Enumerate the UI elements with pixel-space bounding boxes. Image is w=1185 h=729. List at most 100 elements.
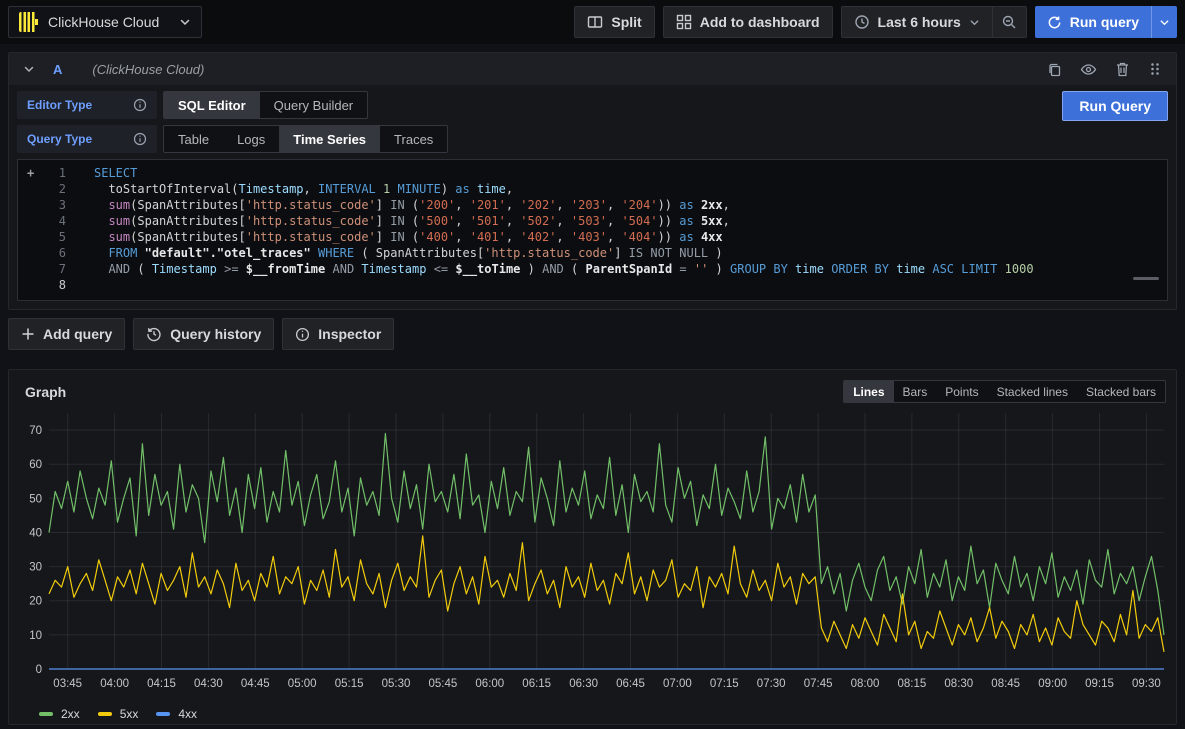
remove-query-trash-icon[interactable]: [1115, 61, 1130, 77]
sql-line: 5 sum(SpanAttributes['http.status_code']…: [18, 229, 1167, 245]
editor-type-field-label: Editor Type: [17, 91, 157, 119]
svg-text:07:15: 07:15: [710, 678, 739, 690]
svg-text:70: 70: [29, 425, 42, 437]
duplicate-query-icon[interactable]: [1047, 62, 1062, 77]
split-button[interactable]: Split: [574, 6, 654, 38]
clock-icon: [854, 14, 870, 30]
editor-type-option-sql-editor[interactable]: SQL Editor: [164, 92, 260, 118]
legend-color-pill: [156, 712, 170, 716]
svg-text:60: 60: [29, 459, 42, 471]
line-number: 2: [46, 181, 66, 197]
apps-grid-icon: [676, 14, 692, 30]
line-number: 1: [46, 165, 66, 181]
query-editor-panel: A (ClickHouse Cloud) Run Query Editor Ty…: [8, 52, 1177, 310]
run-query-label: Run query: [1070, 14, 1139, 30]
graph-mode-bars[interactable]: Bars: [894, 381, 937, 402]
chart-legend: 2xx 5xx 4xx: [15, 700, 1170, 724]
graph-panel-title: Graph: [25, 384, 66, 400]
gutter-plus: [18, 245, 46, 261]
line-number: 3: [46, 197, 66, 213]
collapse-query-chevron-icon[interactable]: [23, 63, 35, 75]
query-history-label: Query history: [170, 326, 261, 342]
legend-item-2xx[interactable]: 2xx: [39, 707, 80, 721]
svg-text:10: 10: [29, 630, 42, 642]
plus-icon: [21, 327, 35, 341]
history-icon: [146, 326, 162, 342]
svg-text:03:45: 03:45: [53, 678, 82, 690]
hide-response-eye-icon[interactable]: [1080, 61, 1097, 78]
legend-item-5xx[interactable]: 5xx: [98, 707, 139, 721]
sql-line: 4 sum(SpanAttributes['http.status_code']…: [18, 213, 1167, 229]
graph-mode-switch: Lines Bars Points Stacked lines Stacked …: [843, 380, 1166, 403]
gutter-plus: [18, 229, 46, 245]
legend-color-pill: [98, 712, 112, 716]
explore-actions-row: Add query Query history Inspector: [8, 318, 1177, 350]
editor-type-option-query-builder[interactable]: Query Builder: [260, 92, 367, 118]
svg-text:50: 50: [29, 493, 42, 505]
svg-text:05:30: 05:30: [382, 678, 411, 690]
add-to-dashboard-button[interactable]: Add to dashboard: [663, 6, 833, 38]
legend-item-4xx[interactable]: 4xx: [156, 707, 197, 721]
info-icon[interactable]: [133, 98, 147, 112]
graph-mode-points[interactable]: Points: [936, 381, 987, 402]
sql-line: 8: [18, 277, 1167, 293]
query-type-label: Query Type: [27, 132, 92, 146]
sql-line: 6 FROM "default"."otel_traces" WHERE ( S…: [18, 245, 1167, 261]
query-type-option-time-series[interactable]: Time Series: [279, 126, 380, 152]
info-icon[interactable]: [133, 132, 147, 146]
editor-scrollbar-thumb[interactable]: [1133, 277, 1159, 280]
query-type-option-logs[interactable]: Logs: [223, 126, 279, 152]
graph-mode-lines[interactable]: Lines: [844, 381, 893, 402]
svg-text:07:00: 07:00: [663, 678, 692, 690]
panel-run-query-button[interactable]: Run Query: [1062, 91, 1168, 121]
graph-mode-stacked-bars[interactable]: Stacked bars: [1077, 381, 1165, 402]
zoom-out-time-button[interactable]: [992, 7, 1026, 37]
sql-editor[interactable]: +1SELECT2 toStartOfInterval(Timestamp, I…: [17, 159, 1168, 301]
line-number: 4: [46, 213, 66, 229]
line-number: 7: [46, 261, 66, 277]
split-label: Split: [611, 14, 641, 30]
run-query-button[interactable]: Run query: [1035, 6, 1151, 38]
drag-handle-icon[interactable]: [1148, 62, 1162, 76]
query-type-option-traces[interactable]: Traces: [380, 126, 447, 152]
chevron-down-icon: [179, 16, 191, 28]
svg-text:06:45: 06:45: [616, 678, 645, 690]
sql-line: 3 sum(SpanAttributes['http.status_code']…: [18, 197, 1167, 213]
query-type-field-label: Query Type: [17, 125, 157, 153]
svg-text:07:30: 07:30: [757, 678, 786, 690]
datasource-picker[interactable]: ClickHouse Cloud: [8, 6, 202, 38]
timeseries-chart[interactable]: 01020304050607003:4504:0004:1504:3004:45…: [15, 405, 1170, 700]
time-range-label: Last 6 hours: [878, 14, 961, 30]
sql-line: +1SELECT: [18, 165, 1167, 181]
chevron-down-icon: [969, 17, 980, 28]
run-query-dropdown-caret[interactable]: [1151, 6, 1177, 38]
graph-mode-stacked-lines[interactable]: Stacked lines: [988, 381, 1077, 402]
time-range-button[interactable]: Last 6 hours: [842, 7, 992, 37]
split-icon: [587, 14, 603, 30]
gutter-plus: [18, 181, 46, 197]
gutter-plus: +: [18, 165, 46, 181]
query-type-option-table[interactable]: Table: [164, 126, 223, 152]
query-ref-id: A: [53, 62, 62, 77]
editor-type-label: Editor Type: [27, 98, 92, 112]
svg-text:04:00: 04:00: [100, 678, 129, 690]
refresh-icon: [1047, 15, 1062, 30]
inspector-button[interactable]: Inspector: [282, 318, 394, 350]
sql-line: 7 AND ( Timestamp >= $__fromTime AND Tim…: [18, 261, 1167, 277]
query-datasource-hint: (ClickHouse Cloud): [92, 62, 204, 77]
add-query-label: Add query: [43, 326, 112, 342]
svg-text:20: 20: [29, 596, 42, 608]
svg-text:09:30: 09:30: [1132, 678, 1161, 690]
line-number: 8: [46, 277, 66, 293]
datasource-name: ClickHouse Cloud: [48, 14, 170, 30]
legend-label: 5xx: [120, 707, 139, 721]
svg-text:08:30: 08:30: [944, 678, 973, 690]
legend-color-pill: [39, 712, 53, 716]
svg-text:08:15: 08:15: [898, 678, 927, 690]
time-picker-group: Last 6 hours: [841, 6, 1027, 38]
svg-text:08:45: 08:45: [991, 678, 1020, 690]
add-query-button[interactable]: Add query: [8, 318, 125, 350]
query-history-button[interactable]: Query history: [133, 318, 274, 350]
gutter-plus: [18, 213, 46, 229]
graph-panel: Graph Lines Bars Points Stacked lines St…: [8, 369, 1177, 725]
